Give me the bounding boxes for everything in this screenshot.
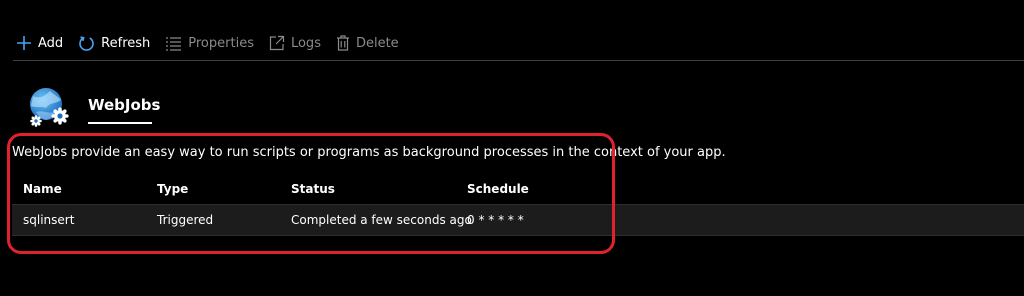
table-row[interactable]: sqlinsert Triggered Completed a few seco… [12,204,1024,236]
properties-icon [166,36,182,51]
cell-status: Completed a few seconds ago [291,213,472,227]
column-header-schedule[interactable]: Schedule [467,174,529,204]
webjobs-table: Name Type Status Schedule sqlinsert Trig… [12,174,1024,236]
cell-schedule: 0 * * * * * [467,213,524,227]
delete-button[interactable]: Delete [336,35,399,51]
column-header-type[interactable]: Type [157,174,188,204]
plus-icon [17,36,31,50]
delete-button-label: Delete [355,35,399,51]
trash-icon [336,35,349,51]
add-button[interactable]: Add [16,35,63,51]
page-title: WebJobs [88,96,161,114]
properties-button-label: Properties [188,35,254,51]
properties-button[interactable]: Properties [165,36,254,51]
refresh-icon [79,35,94,51]
add-button-label: Add [38,35,64,51]
column-header-name[interactable]: Name [23,174,62,204]
cell-type: Triggered [157,213,214,227]
column-header-status[interactable]: Status [291,174,335,204]
page-description: WebJobs provide an easy way to run scrip… [12,145,726,160]
external-link-icon [269,35,285,51]
webjobs-icon [30,88,69,127]
logs-button[interactable]: Logs [269,35,321,51]
command-bar: Add Refresh Properties Logs Delete [16,30,414,56]
logs-button-label: Logs [290,35,321,51]
table-header-row: Name Type Status Schedule [12,174,1024,204]
refresh-button[interactable]: Refresh [78,35,150,52]
refresh-button-label: Refresh [101,35,151,51]
title-underline [88,122,152,124]
toolbar-divider [13,60,1024,61]
cell-name: sqlinsert [23,213,75,227]
